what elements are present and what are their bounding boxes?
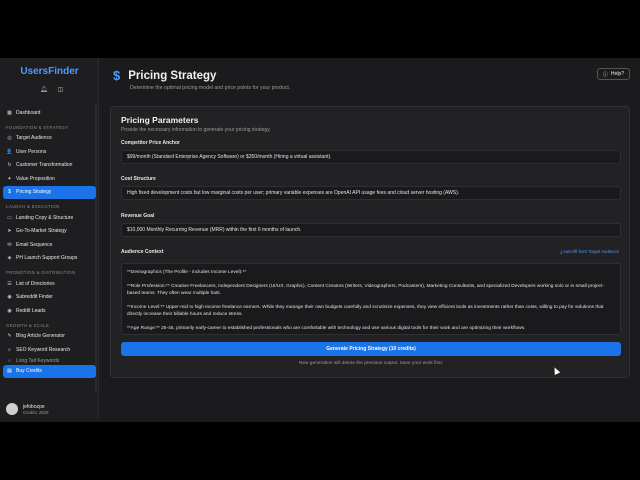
dashboard-icon: ▦ bbox=[7, 109, 12, 116]
audience-paragraph: **Age Range:** 25-45, primarily early-ca… bbox=[127, 325, 526, 331]
sidebar-item-label: User Persons bbox=[16, 148, 47, 155]
layout-icon[interactable]: ◫ bbox=[58, 86, 64, 93]
audience-paragraph: **Role Profession:** Creative Freelancer… bbox=[127, 283, 605, 297]
sidebar-item-label: Customer Transformation bbox=[16, 162, 73, 169]
audience-paragraph: **Demographics (The Profile - includes I… bbox=[127, 270, 247, 275]
nav-section-header: GROWTH & SCALE bbox=[6, 322, 50, 328]
help-button[interactable]: ⓘ Help? bbox=[596, 68, 630, 80]
sidebar-item-go-to-market-strategy[interactable]: ➤ Go-To-Market Strategy bbox=[3, 225, 96, 239]
page-subtitle: Determine the optimal pricing model and … bbox=[130, 85, 291, 91]
sidebar-item-dashboard[interactable]: ▦ Dashboard bbox=[3, 106, 96, 120]
sidebar-item-ph-launch-support-groups[interactable]: ◈ PH Launch Support Groups bbox=[3, 252, 96, 266]
sidebar-nav: ▦ Dashboard FOUNDATION & STRATEGY ◎ Target A… bbox=[3, 106, 96, 378]
ph-launch-support-groups-icon: ◈ bbox=[7, 255, 12, 262]
sidebar-item-label: Target Audience bbox=[16, 135, 52, 142]
help-label: Help? bbox=[610, 71, 624, 77]
sidebar-item-subreddit-finder[interactable]: ◉ Subreddit Finder bbox=[3, 291, 96, 305]
sidebar-item-reddit-leads[interactable]: ◉ Reddit Leads bbox=[3, 304, 96, 318]
sidebar-item-label: Subreddit Finder bbox=[16, 294, 53, 301]
email-sequence-icon: ✉ bbox=[7, 241, 12, 248]
value-proposition-icon: ✦ bbox=[7, 175, 12, 182]
app-window: UsersFinder 🔔︎ ◫ ▦ Dashboard FOUNDATION & … bbox=[0, 58, 640, 418]
sidebar-item-label: Long Tail Keywords bbox=[16, 357, 60, 364]
sidebar-item-label: Email Sequence bbox=[16, 241, 53, 248]
sidebar-toolbar: 🔔︎ ◫ bbox=[40, 86, 63, 93]
sidebar-item-seo-keyword-research[interactable]: ⌕ SEO Keyword Research bbox=[3, 343, 96, 357]
avatar[interactable] bbox=[6, 403, 18, 415]
bell-icon[interactable]: 🔔︎ bbox=[40, 86, 48, 93]
competitor-anchor-input[interactable]: $99/month (Standard Enterprise Agency So… bbox=[121, 150, 621, 164]
sidebar-item-label: List of Directories bbox=[16, 280, 55, 287]
long-tail-keywords-icon: ⌕ bbox=[8, 357, 11, 364]
card-subtitle: Provide the necessary information to gen… bbox=[121, 127, 271, 133]
help-icon: ⓘ bbox=[602, 71, 608, 78]
page-header: $ Pricing Strategy bbox=[113, 68, 216, 83]
nav-section-header: PROMOTION & DISTRIBUTION bbox=[6, 270, 76, 275]
seo-keyword-research-icon: ⌕ bbox=[8, 346, 11, 353]
subreddit-finder-icon: ◉ bbox=[7, 294, 12, 301]
autofill-label: Auto-fill from Target Audience bbox=[562, 249, 619, 254]
sidebar-item-label: Landing Copy & Structure bbox=[16, 214, 74, 221]
competitor-anchor-label: Competitor Price Anchor bbox=[121, 140, 180, 146]
user-persons-icon: 👤 bbox=[6, 148, 13, 155]
user-profile[interactable]: jefobozpe Credits: 2526 bbox=[6, 403, 49, 415]
user-name: jefobozpe bbox=[23, 403, 45, 410]
blog-article-generator-icon: ✎ bbox=[7, 333, 12, 340]
sidebar-item-label: Value Proposition bbox=[16, 175, 55, 182]
nav-section-header: LAUNCH & EXECUTION bbox=[6, 204, 60, 209]
sidebar-item-label: Go-To-Market Strategy bbox=[16, 228, 67, 235]
generate-button[interactable]: Generate Pricing Strategy (10 credits) bbox=[121, 342, 621, 356]
sidebar-item-label: Reddit Leads bbox=[16, 307, 46, 314]
nav-section-header: FOUNDATION & STRATEGY bbox=[6, 124, 69, 130]
generate-note: New generation will delete the previous … bbox=[298, 361, 444, 366]
customer-transformation-icon: ↻ bbox=[7, 162, 12, 169]
sidebar-item-blog-article-generator[interactable]: ✎ Blog Article Generator bbox=[3, 330, 96, 344]
autofill-link[interactable]: ⤓ Auto-fill from Target Audience bbox=[560, 249, 619, 254]
app-frame: UsersFinder 🔔︎ ◫ ▦ Dashboard FOUNDATION & … bbox=[0, 58, 640, 422]
sidebar-item-label: Buy Credits bbox=[16, 368, 42, 375]
brand-logo[interactable]: UsersFinder bbox=[0, 66, 99, 77]
user-credits: Credits: 2526 bbox=[23, 409, 49, 415]
pricing-strategy-icon: $ bbox=[8, 189, 11, 196]
sidebar-item-label: Dashboard bbox=[16, 109, 41, 116]
audience-paragraph: **Income Level:** Upper-mid to high-inco… bbox=[127, 304, 604, 318]
revenue-goal-input[interactable]: $10,000 Monthly Recurring Revenue (MRR) … bbox=[121, 223, 621, 237]
sidebar-item-user-persons[interactable]: 👤 User Persons bbox=[3, 145, 96, 159]
sidebar-item-value-proposition[interactable]: ✦ Value Proposition bbox=[3, 172, 96, 186]
revenue-goal-label: Revenue Goal bbox=[121, 213, 155, 219]
sidebar-item-long-tail-keywords[interactable]: ⌕ Long Tail Keywords bbox=[3, 357, 96, 365]
sidebar-item-email-sequence[interactable]: ✉ Email Sequence bbox=[3, 238, 96, 252]
main-content: $ Pricing Strategy Determine the optimal… bbox=[99, 58, 640, 418]
sidebar-item-landing-copy-structure[interactable]: ▭ Landing Copy & Structure bbox=[3, 211, 96, 225]
sidebar-item-label: Pricing Strategy bbox=[16, 189, 52, 196]
cost-structure-label: Cost Structure bbox=[121, 176, 156, 182]
reddit-leads-icon: ◉ bbox=[7, 307, 12, 314]
sidebar-item-label: PH Launch Support Groups bbox=[16, 255, 78, 262]
pricing-parameters-card: Pricing Parameters Provide the necessary… bbox=[110, 106, 630, 378]
sidebar-item-customer-transformation[interactable]: ↻ Customer Transformation bbox=[3, 159, 96, 173]
sidebar-item-label: SEO Keyword Research bbox=[16, 346, 71, 353]
sidebar-item-buy-credits[interactable]: ▤ Buy Credits bbox=[3, 364, 96, 378]
buy-credits-icon: ▤ bbox=[7, 368, 12, 375]
audience-context-label: Audience Context bbox=[121, 249, 164, 255]
sidebar-item-list-of-directories[interactable]: ☰ List of Directories bbox=[3, 277, 96, 291]
dollar-icon: $ bbox=[113, 68, 121, 83]
sidebar-item-label: Blog Article Generator bbox=[16, 333, 65, 340]
list-of-directories-icon: ☰ bbox=[7, 280, 12, 287]
sidebar-item-target-audience[interactable]: ◎ Target Audience bbox=[3, 132, 96, 146]
cost-structure-input[interactable]: High fixed development costs but low mar… bbox=[121, 186, 621, 200]
target-audience-icon: ◎ bbox=[7, 135, 12, 142]
go-to-market-strategy-icon: ➤ bbox=[7, 228, 12, 235]
sidebar: UsersFinder 🔔︎ ◫ ▦ Dashboard FOUNDATION & … bbox=[0, 58, 99, 418]
sidebar-item-pricing-strategy[interactable]: $ Pricing Strategy bbox=[3, 185, 96, 199]
page-title: Pricing Strategy bbox=[128, 69, 217, 82]
card-title: Pricing Parameters bbox=[121, 115, 199, 125]
landing-copy-structure-icon: ▭ bbox=[7, 214, 12, 221]
audience-context-textarea[interactable]: **Demographics (The Profile - includes I… bbox=[121, 263, 621, 335]
